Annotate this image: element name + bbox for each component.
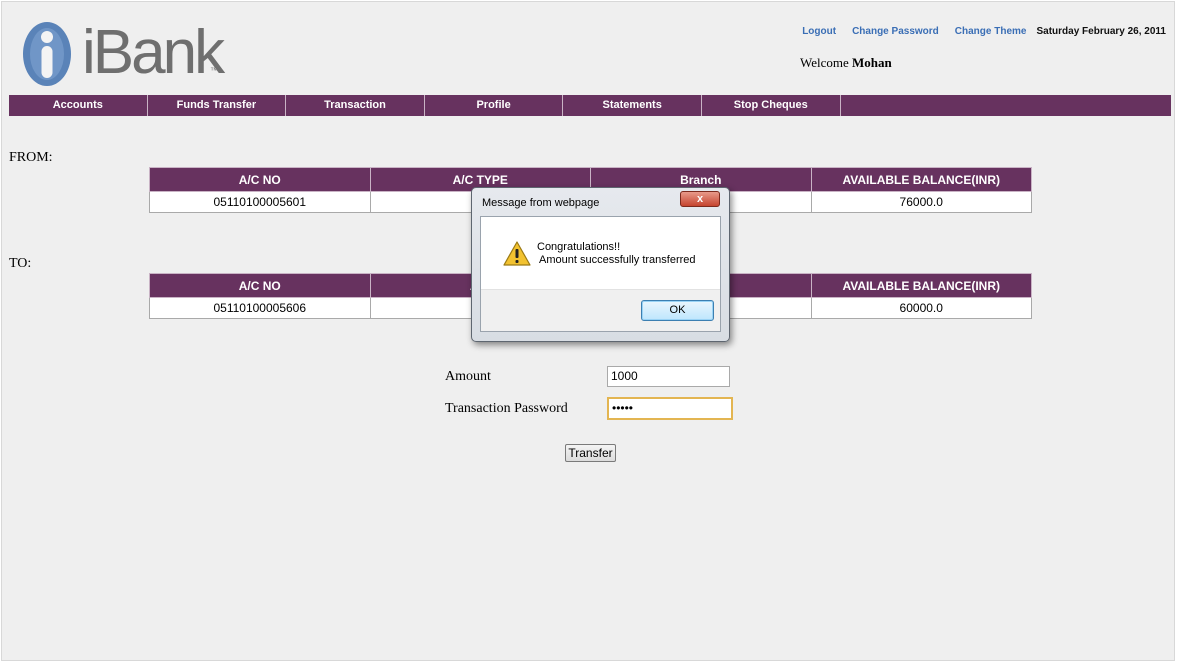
ok-button[interactable]: OK: [641, 300, 714, 321]
nav-empty: [841, 95, 1171, 116]
column-header: A/C NO: [149, 273, 371, 298]
change-password-link[interactable]: Change Password: [852, 26, 939, 37]
dialog-close-button[interactable]: x: [680, 191, 720, 207]
column-header: AVAILABLE BALANCE(INR): [810, 273, 1032, 298]
amount-label: Amount: [445, 369, 491, 384]
column-header: A/C NO: [149, 167, 371, 192]
dialog-body: Congratulations!! Amount successfully tr…: [480, 216, 721, 332]
table-cell: 05110100005606: [149, 297, 371, 319]
ibank-logo: iBank ™: [20, 18, 240, 90]
logout-link[interactable]: Logout: [802, 26, 836, 37]
welcome-prefix: Welcome: [800, 55, 849, 70]
dialog-message-area: Congratulations!! Amount successfully tr…: [481, 217, 720, 289]
column-header: AVAILABLE BALANCE(INR): [810, 167, 1032, 192]
dialog-footer: OK: [481, 289, 720, 331]
trademark: ™: [210, 66, 218, 75]
nav-transaction[interactable]: Transaction: [286, 95, 425, 116]
dialog-message-line2: Amount successfully transferred: [539, 254, 696, 266]
top-links: Logout Change Password Change Theme Satu…: [786, 26, 1166, 37]
amount-input[interactable]: 1000: [607, 366, 730, 387]
bank-logo-icon: [23, 22, 71, 86]
transaction-password-input[interactable]: •••••: [607, 397, 733, 420]
main-nav: Accounts Funds Transfer Transaction Prof…: [9, 95, 1171, 116]
transaction-password-label: Transaction Password: [445, 401, 568, 416]
nav-stop-cheques[interactable]: Stop Cheques: [702, 95, 841, 116]
nav-funds-transfer[interactable]: Funds Transfer: [148, 95, 287, 116]
change-theme-link[interactable]: Change Theme: [955, 26, 1027, 37]
brand-name: iBank: [82, 18, 225, 87]
user-name: Mohan: [852, 55, 892, 70]
nav-accounts[interactable]: Accounts: [9, 95, 148, 116]
welcome-message: Welcome Mohan: [800, 55, 892, 71]
from-label: FROM:: [9, 150, 53, 165]
dialog-message-line1: Congratulations!!: [537, 241, 621, 253]
nav-profile[interactable]: Profile: [425, 95, 564, 116]
dialog-title: Message from webpage: [482, 197, 600, 209]
table-cell: 60000.0: [810, 297, 1032, 319]
transfer-button[interactable]: Transfer: [565, 444, 616, 462]
nav-statements[interactable]: Statements: [563, 95, 702, 116]
table-cell: 05110100005601: [149, 191, 371, 213]
page: iBank ™ Logout Change Password Change Th…: [1, 1, 1175, 661]
alert-dialog: Message from webpage x Congratulations!!…: [471, 187, 730, 342]
warning-icon: [503, 241, 531, 266]
current-date: Saturday February 26, 2011: [1036, 26, 1166, 37]
table-cell: 76000.0: [810, 191, 1032, 213]
to-label: TO:: [9, 256, 32, 271]
